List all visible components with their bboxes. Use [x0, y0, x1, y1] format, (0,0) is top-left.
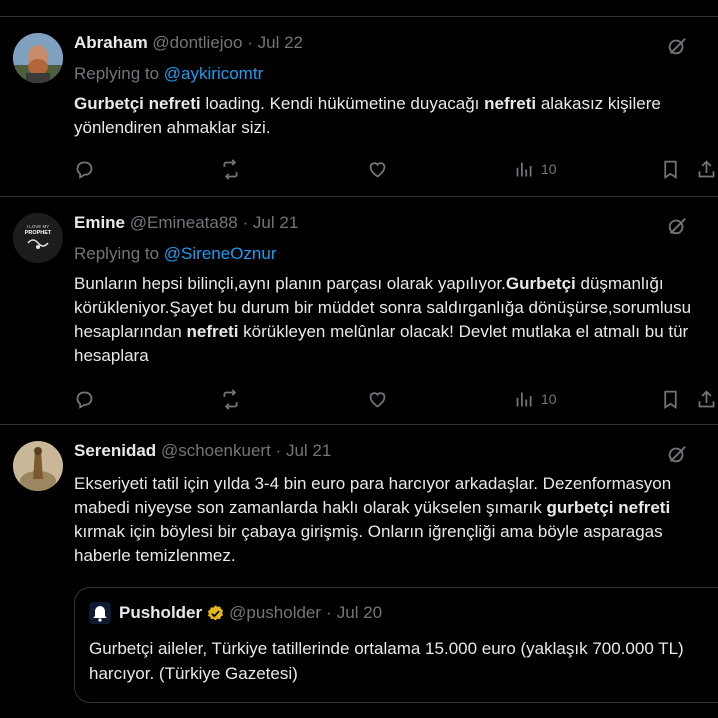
- tweet[interactable]: Abraham @dontliejoo · Jul 22 Replying to…: [0, 16, 718, 197]
- reply-button[interactable]: [74, 387, 95, 411]
- views-button[interactable]: 10: [514, 387, 557, 411]
- tweet-text: Gurbetçi nefreti loading. Kendi hükümeti…: [74, 92, 708, 140]
- quoted-avatar[interactable]: [89, 602, 111, 624]
- like-button[interactable]: [367, 387, 388, 411]
- share-button[interactable]: [696, 157, 717, 181]
- views-icon: [516, 162, 532, 176]
- reply-icon: [76, 391, 93, 409]
- verified-badge-icon: [208, 604, 224, 620]
- grok-icon[interactable]: [666, 443, 688, 465]
- tweet[interactable]: Serenidad @schoenkuert · Jul 21 Ekseriye…: [0, 424, 718, 718]
- retweet-icon: [223, 388, 238, 410]
- quoted-tweet[interactable]: Pusholder @pusholder · Jul 20 Gurbetçi a…: [74, 587, 718, 703]
- quoted-display-name[interactable]: Pusholder: [119, 603, 202, 623]
- action-bar: 10: [74, 387, 718, 411]
- bookmark-button[interactable]: [660, 157, 681, 181]
- avatar[interactable]: [13, 441, 63, 491]
- quoted-tweet-header: Pusholder @pusholder · Jul 20: [89, 602, 382, 624]
- highlighted-term: gurbetçi nefreti: [546, 498, 671, 517]
- tweet-text: Bunların hepsi bilinçli,aynı planın parç…: [74, 272, 708, 368]
- quoted-tweet-text: Gurbetçi aileler, Türkiye tatillerinde o…: [89, 639, 684, 683]
- avatar-caption-1: I LOVE MY: [27, 224, 50, 229]
- replying-handle-link[interactable]: @aykiricomtr: [164, 64, 263, 83]
- highlighted-term: Gurbetçi nefreti: [74, 94, 201, 113]
- highlighted-term: nefreti: [484, 94, 537, 113]
- highlighted-term: nefreti: [186, 322, 239, 341]
- tweet-text: Ekseriyeti tatil için yılda 3-4 bin euro…: [74, 472, 708, 568]
- reply-icon: [76, 161, 93, 179]
- display-name[interactable]: Emine: [74, 213, 125, 232]
- replying-handle-link[interactable]: @SireneOznur: [164, 244, 277, 263]
- avatar[interactable]: I LOVE MY PROPHET: [13, 213, 63, 263]
- separator: ·: [275, 441, 282, 460]
- separator: ·: [247, 33, 253, 52]
- text-run: Bunların hepsi bilinçli,aynı planın parç…: [74, 274, 506, 293]
- bookmark-icon: [664, 160, 677, 179]
- text-run: kırmak için böylesi bir çabaya girişmiş.…: [74, 522, 663, 565]
- share-icon: [698, 159, 715, 177]
- tweet-header: Emine @Emineata88 · Jul 21: [74, 213, 298, 233]
- quoted-handle[interactable]: @pusholder: [229, 603, 321, 623]
- bookmark-icon: [664, 390, 677, 409]
- highlighted-term: Gurbetçi: [505, 274, 576, 293]
- heart-icon: [369, 391, 386, 408]
- text-run: loading. Kendi hükümetine duyacağı: [200, 94, 485, 113]
- grok-icon[interactable]: [666, 35, 688, 57]
- like-button[interactable]: [367, 157, 388, 181]
- quoted-timestamp[interactable]: Jul 20: [337, 603, 382, 623]
- avatar[interactable]: [13, 33, 63, 83]
- replying-label: Replying to: [74, 64, 160, 83]
- tweet[interactable]: I LOVE MY PROPHET Emine @Emineata88 · Ju…: [0, 196, 718, 425]
- action-bar: 10: [74, 157, 718, 181]
- separator: ·: [242, 213, 249, 232]
- grok-icon[interactable]: [666, 215, 688, 237]
- tweet-header: Serenidad @schoenkuert · Jul 21: [74, 441, 331, 461]
- heart-icon: [369, 161, 386, 178]
- avatar-caption-2: PROPHET: [25, 230, 52, 236]
- views-count: 10: [541, 391, 557, 407]
- retweet-button[interactable]: [220, 387, 241, 411]
- share-button[interactable]: [696, 387, 717, 411]
- retweet-button[interactable]: [220, 157, 241, 181]
- reply-button[interactable]: [74, 157, 95, 181]
- handle[interactable]: @Emineata88: [130, 213, 238, 232]
- replying-label: Replying to: [74, 244, 160, 263]
- timestamp[interactable]: Jul 21: [253, 213, 298, 232]
- tweet-header: Abraham @dontliejoo · Jul 22: [74, 33, 303, 53]
- separator: ·: [326, 603, 332, 622]
- bell-icon: [93, 606, 107, 622]
- retweet-icon: [223, 158, 238, 180]
- timestamp[interactable]: Jul 21: [286, 441, 331, 460]
- display-name[interactable]: Serenidad: [74, 441, 156, 460]
- share-icon: [698, 389, 715, 407]
- views-count: 10: [541, 161, 557, 177]
- handle[interactable]: @dontliejoo: [152, 33, 242, 52]
- bookmark-button[interactable]: [660, 387, 681, 411]
- handle[interactable]: @schoenkuert: [161, 441, 271, 460]
- timestamp[interactable]: Jul 22: [258, 33, 303, 52]
- replying-to: Replying to @aykiricomtr: [74, 64, 263, 84]
- display-name[interactable]: Abraham: [74, 33, 148, 52]
- views-icon: [516, 392, 532, 406]
- replying-to: Replying to @SireneOznur: [74, 244, 277, 264]
- views-button[interactable]: 10: [514, 157, 557, 181]
